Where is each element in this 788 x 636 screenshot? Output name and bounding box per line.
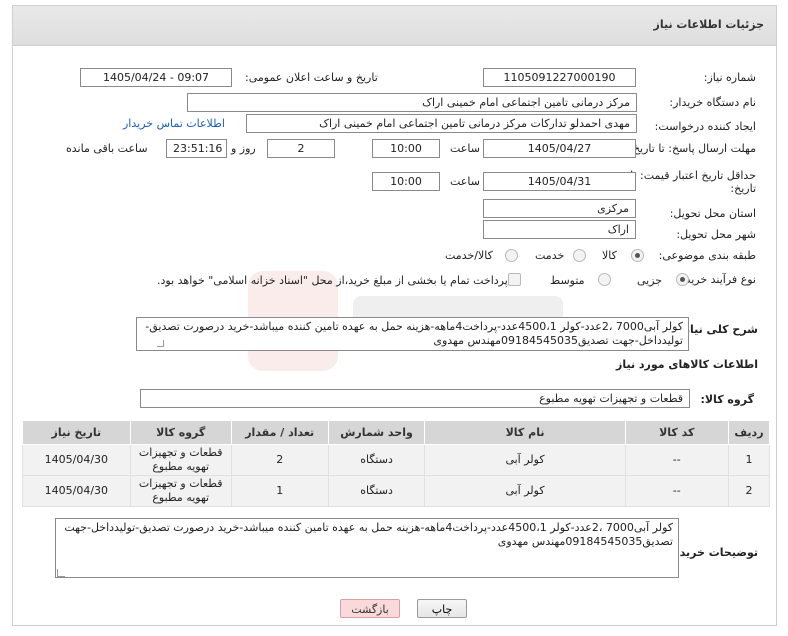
reply-deadline-label: مهلت ارسال پاسخ: تا تاریخ: — [629, 142, 756, 155]
col-row: ردیف — [727, 420, 771, 445]
delivery-province-field: مرکزی — [483, 199, 636, 218]
category-option-goods: کالا — [602, 249, 617, 262]
process-radio-minor[interactable] — [676, 273, 689, 286]
price-validity-time-field: 10:00 — [372, 172, 440, 191]
cell-code: -- — [624, 475, 729, 507]
cell-unit: دستگاه — [327, 444, 426, 476]
process-radio-medium[interactable] — [598, 273, 611, 286]
treasury-payment-note: پرداخت تمام یا بخشی از مبلغ خرید،از محل … — [157, 274, 508, 287]
goods-group-field: قطعات و تجهیزات تهویه مطبوع — [140, 389, 690, 408]
cell-unit: دستگاه — [327, 475, 426, 507]
need-number-field: 1105091227000190 — [483, 68, 636, 87]
category-radio-service[interactable] — [573, 249, 586, 262]
col-name: نام کالا — [424, 420, 626, 445]
cell-name: کولر آبی — [424, 475, 626, 507]
category-label: طبقه بندی موضوعی: — [658, 249, 756, 262]
buyer-contact-link[interactable]: اطلاعات تماس خریدار — [123, 117, 225, 130]
col-code: کد کالا — [624, 420, 729, 445]
buyer-org-field: مرکز درمانی تامین اجتماعی امام خمینی ارا… — [187, 93, 637, 112]
cell-name: کولر آبی — [424, 444, 626, 476]
goods-table-header: ردیف کد کالا نام کالا واحد شمارش تعداد /… — [22, 420, 771, 445]
cell-qty: 2 — [230, 444, 329, 476]
delivery-city-field: اراک — [483, 220, 636, 239]
remaining-days-field: 2 — [267, 139, 335, 158]
category-option-service: خدمت — [535, 249, 565, 262]
category-radio-goods[interactable] — [631, 249, 644, 262]
buyer-notes-label: توضیحات خریدار: — [665, 546, 758, 559]
col-unit: واحد شمارش — [327, 420, 426, 445]
table-row: 2 -- کولر آبی دستگاه 1 قطعات و تجهیزات ت… — [22, 475, 771, 507]
category-radio-goods-service[interactable] — [505, 249, 518, 262]
cell-qty: 1 — [230, 475, 329, 507]
cell-row: 1 — [727, 444, 771, 476]
delivery-province-label: استان محل تحویل: — [669, 207, 756, 220]
general-desc-resize-grip[interactable] — [157, 340, 164, 347]
cell-row: 2 — [727, 475, 771, 507]
cell-date: 1405/04/30 — [22, 475, 131, 507]
page-title: جزئیات اطلاعات نیاز — [653, 18, 765, 31]
col-group: گروه کالا — [129, 420, 232, 445]
days-label: روز و — [231, 142, 256, 155]
price-validity-label: حداقل تاریخ اعتبار قیمت: تا تاریخ: — [630, 169, 756, 195]
general-desc-text[interactable]: کولر آبی7000 ،2عدد-کولر 4500،1عدد-پرداخت… — [136, 317, 689, 351]
table-row: 1 -- کولر آبی دستگاه 2 قطعات و تجهیزات ت… — [22, 444, 771, 476]
reply-deadline-date-field: 1405/04/27 — [483, 139, 636, 158]
announce-datetime-field: 1405/04/24 - 09:07 — [80, 68, 232, 87]
process-type-label: نوع فرآیند خرید : — [678, 273, 756, 286]
reply-deadline-time-field: 10:00 — [372, 139, 440, 158]
remaining-time-field: 23:51:16 — [166, 139, 227, 158]
buyer-notes-resize-grip[interactable] — [57, 569, 65, 577]
delivery-city-label: شهر محل تحویل: — [676, 228, 756, 241]
general-desc-label: شرح کلی نیاز: — [679, 323, 758, 336]
cell-code: -- — [624, 444, 729, 476]
need-number-label: شماره نیاز: — [703, 71, 756, 84]
announce-datetime-label: تاریخ و ساعت اعلان عمومی: — [245, 71, 378, 84]
cell-group: قطعات و تجهیزات تهویه مطبوع — [129, 475, 232, 507]
treasury-payment-checkbox[interactable] — [508, 273, 521, 286]
goods-table: ردیف کد کالا نام کالا واحد شمارش تعداد /… — [22, 420, 771, 507]
goods-section-title: اطلاعات کالاهای مورد نیاز — [616, 358, 758, 371]
requester-label: ایجاد کننده درخواست: — [654, 120, 756, 133]
requester-field: مهدی احمدلو تدارکات مرکز درمانی تامین اج… — [246, 114, 637, 133]
cell-date: 1405/04/30 — [22, 444, 131, 476]
buyer-notes-text[interactable]: کولر آبی7000 ،2عدد-کولر 4500،1عدد-پرداخت… — [55, 518, 679, 578]
reply-deadline-time-label: ساعت — [450, 142, 480, 155]
remaining-time-label: ساعت باقی مانده — [66, 142, 148, 155]
need-details-panel: جزئیات اطلاعات نیاز شماره نیاز: 11050912… — [12, 5, 777, 626]
price-validity-date-field: 1405/04/31 — [483, 172, 636, 191]
process-option-medium: متوسط — [550, 274, 585, 287]
process-option-minor: جزیی — [637, 274, 663, 287]
back-button[interactable]: بازگشت — [340, 599, 400, 618]
cell-group: قطعات و تجهیزات تهویه مطبوع — [129, 444, 232, 476]
col-qty: تعداد / مقدار — [230, 420, 329, 445]
price-validity-time-label: ساعت — [450, 175, 480, 188]
category-option-goods-service: کالا/خدمت — [445, 249, 493, 262]
buyer-org-label: نام دستگاه خریدار: — [669, 96, 756, 109]
col-date: تاریخ نیاز — [22, 420, 131, 445]
goods-group-label: گروه کالا: — [700, 393, 754, 406]
print-button[interactable]: چاپ — [417, 599, 467, 618]
panel-header: جزئیات اطلاعات نیاز — [13, 6, 776, 46]
